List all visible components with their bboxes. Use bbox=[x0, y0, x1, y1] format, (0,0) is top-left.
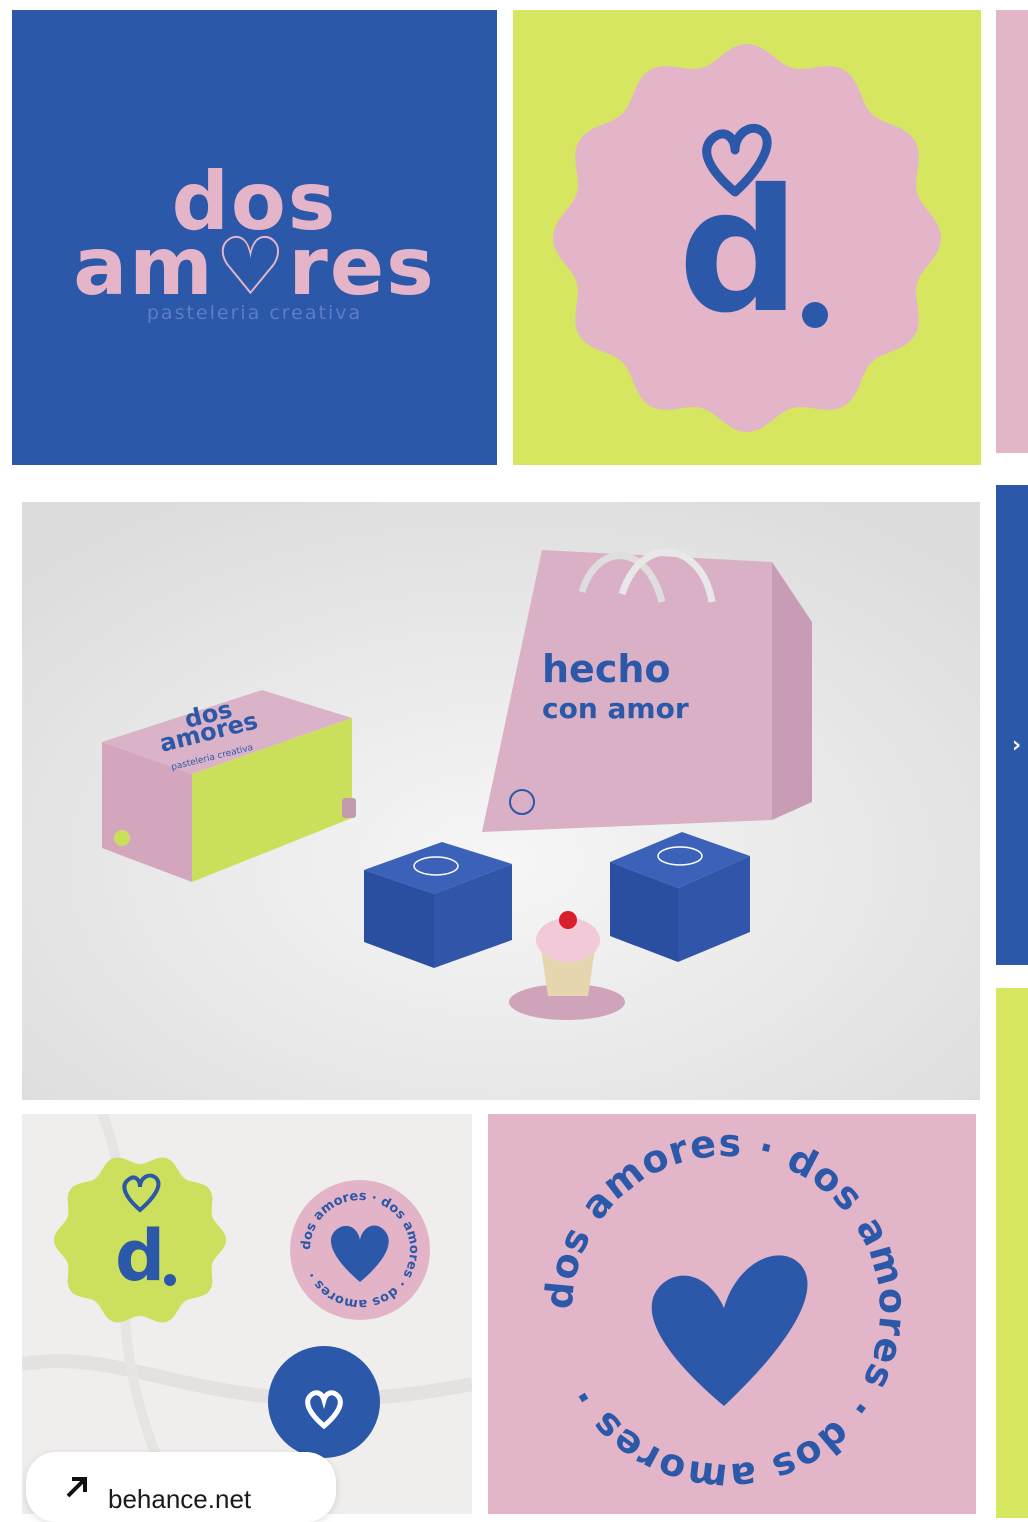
sticker-monogram-dot bbox=[164, 1274, 176, 1286]
arrow-up-right-icon bbox=[66, 1477, 87, 1498]
bag-text-1: hecho bbox=[542, 647, 671, 691]
logo-tile[interactable]: dos am♡res pasteleria creativa bbox=[12, 10, 497, 465]
monogram-d: d bbox=[678, 153, 800, 351]
monogram-dot bbox=[802, 302, 828, 328]
bag-text-2: con amor bbox=[542, 692, 689, 725]
right-tile-pink[interactable] bbox=[996, 10, 1028, 453]
chevron-right-icon: › bbox=[1012, 733, 1022, 758]
brand-tagline: pasteleria creativa bbox=[146, 302, 363, 324]
packaging-illustration: hecho con amor dos amores pasteleria cre… bbox=[22, 502, 980, 1100]
brand-line-2: am♡res bbox=[73, 220, 436, 313]
source-link-chip[interactable]: behance.net bbox=[26, 1452, 336, 1522]
source-link-text: behance.net bbox=[108, 1484, 252, 1514]
sticker-monogram: d bbox=[115, 1215, 165, 1297]
scalloped-badge: d bbox=[553, 44, 941, 432]
circle-wordmark: dos amores · dos amores · dos amores · bbox=[537, 1121, 915, 1500]
right-tile-lime[interactable] bbox=[996, 988, 1028, 1518]
right-tile-blue[interactable]: › bbox=[996, 485, 1028, 965]
circle-wordmark-tile[interactable]: dos amores · dos amores · dos amores · bbox=[488, 1114, 976, 1514]
heart-icon bbox=[651, 1255, 808, 1406]
packaging-photo[interactable]: hecho con amor dos amores pasteleria cre… bbox=[22, 502, 980, 1100]
box-sticker bbox=[114, 830, 130, 846]
badge-tile[interactable]: d bbox=[513, 10, 981, 465]
